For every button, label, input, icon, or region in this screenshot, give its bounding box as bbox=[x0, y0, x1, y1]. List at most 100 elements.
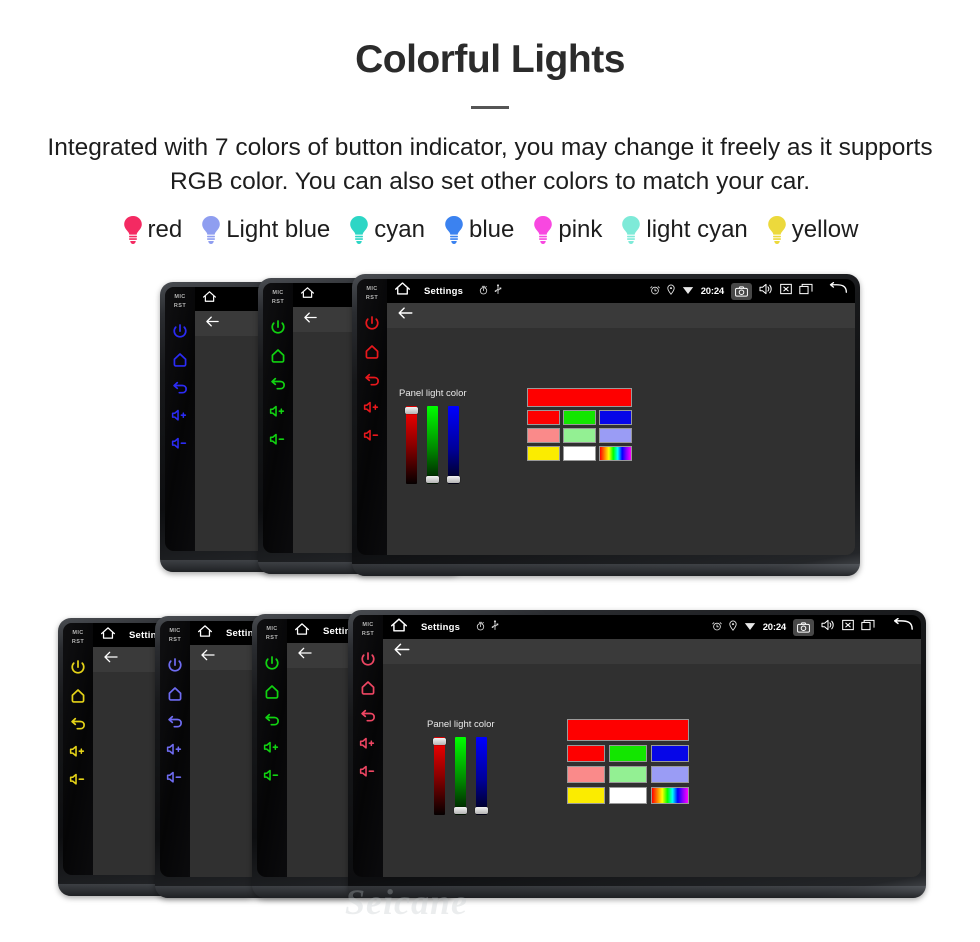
color-swatch[interactable] bbox=[598, 410, 632, 425]
camera-icon[interactable] bbox=[731, 282, 752, 300]
color-swatch[interactable] bbox=[566, 766, 605, 783]
close-icon[interactable] bbox=[842, 618, 854, 636]
volume-up-icon[interactable] bbox=[166, 741, 184, 759]
back-arrow-icon[interactable] bbox=[297, 646, 313, 665]
red-slider[interactable] bbox=[405, 406, 419, 484]
blue-slider[interactable] bbox=[447, 406, 461, 484]
color-swatch[interactable] bbox=[562, 446, 596, 461]
color-swatch[interactable] bbox=[598, 446, 632, 461]
color-swatch[interactable] bbox=[650, 787, 689, 804]
volume-up-icon[interactable] bbox=[263, 739, 281, 757]
volume-down-icon[interactable] bbox=[263, 767, 281, 785]
camera-icon[interactable] bbox=[793, 618, 814, 636]
volume-down-icon[interactable] bbox=[171, 435, 189, 453]
volume-up-icon[interactable] bbox=[269, 403, 287, 421]
volume-down-icon[interactable] bbox=[269, 431, 287, 449]
home-icon[interactable] bbox=[269, 347, 287, 365]
timer-icon bbox=[479, 282, 488, 300]
color-swatch[interactable] bbox=[526, 428, 560, 443]
volume-down-icon[interactable] bbox=[363, 427, 381, 445]
recents-icon[interactable] bbox=[799, 282, 813, 300]
home-icon[interactable] bbox=[363, 343, 381, 361]
back-icon[interactable] bbox=[166, 713, 184, 731]
home-icon[interactable] bbox=[197, 624, 213, 643]
volume-up-icon[interactable] bbox=[359, 735, 377, 753]
green-slider[interactable] bbox=[454, 737, 468, 815]
power-icon[interactable] bbox=[359, 651, 377, 669]
back-icon[interactable] bbox=[363, 371, 381, 389]
color-swatch[interactable] bbox=[566, 787, 605, 804]
device-unit-red[interactable]: MIC RST Settings 20:24 Panel light color bbox=[352, 274, 860, 576]
color-preview-swatch[interactable] bbox=[526, 388, 632, 407]
recents-icon[interactable] bbox=[861, 618, 875, 636]
color-swatch[interactable] bbox=[608, 766, 647, 783]
home-icon[interactable] bbox=[202, 290, 217, 308]
green-slider[interactable] bbox=[426, 406, 440, 484]
power-icon[interactable] bbox=[69, 659, 87, 677]
legend-label: Light blue bbox=[226, 215, 331, 243]
blue-slider-thumb[interactable] bbox=[447, 476, 461, 483]
back-arrow-icon[interactable] bbox=[393, 642, 411, 662]
color-swatch[interactable] bbox=[608, 787, 647, 804]
blue-slider-thumb[interactable] bbox=[475, 807, 489, 814]
power-icon[interactable] bbox=[171, 323, 189, 341]
color-swatch[interactable] bbox=[566, 745, 605, 762]
color-swatch[interactable] bbox=[526, 410, 560, 425]
power-icon[interactable] bbox=[166, 657, 184, 675]
blue-slider[interactable] bbox=[475, 737, 489, 815]
red-slider-thumb[interactable] bbox=[433, 738, 447, 745]
bulb-icon bbox=[350, 215, 369, 244]
home-icon[interactable] bbox=[390, 617, 408, 638]
back-icon[interactable] bbox=[892, 617, 914, 637]
status-bar-clock: 20:24 bbox=[762, 621, 787, 633]
color-swatch[interactable] bbox=[562, 410, 596, 425]
home-icon[interactable] bbox=[300, 286, 315, 304]
home-icon[interactable] bbox=[171, 351, 189, 369]
back-icon[interactable] bbox=[263, 711, 281, 729]
volume-down-icon[interactable] bbox=[69, 771, 87, 789]
power-icon[interactable] bbox=[263, 655, 281, 673]
color-swatch[interactable] bbox=[598, 428, 632, 443]
red-slider-thumb[interactable] bbox=[405, 407, 419, 414]
home-icon[interactable] bbox=[69, 687, 87, 705]
back-arrow-icon[interactable] bbox=[200, 648, 216, 667]
power-icon[interactable] bbox=[363, 315, 381, 333]
color-swatch[interactable] bbox=[608, 745, 647, 762]
back-arrow-icon[interactable] bbox=[397, 306, 414, 325]
back-arrow-icon[interactable] bbox=[303, 311, 318, 329]
volume-icon[interactable] bbox=[759, 282, 773, 300]
home-icon[interactable] bbox=[263, 683, 281, 701]
legend-item-light-cyan: light cyan bbox=[611, 215, 756, 245]
home-icon[interactable] bbox=[166, 685, 184, 703]
color-swatch[interactable] bbox=[650, 766, 689, 783]
volume-up-icon[interactable] bbox=[363, 399, 381, 417]
back-icon[interactable] bbox=[269, 375, 287, 393]
color-preview-swatch[interactable] bbox=[566, 719, 689, 741]
hardware-icons bbox=[357, 305, 387, 445]
volume-down-icon[interactable] bbox=[359, 763, 377, 781]
back-icon[interactable] bbox=[69, 715, 87, 733]
back-arrow-icon[interactable] bbox=[103, 650, 119, 669]
home-icon[interactable] bbox=[294, 622, 310, 641]
green-slider-thumb[interactable] bbox=[426, 476, 440, 483]
color-swatch[interactable] bbox=[562, 428, 596, 443]
back-icon[interactable] bbox=[828, 282, 848, 300]
device-unit-pink[interactable]: MIC RST Settings 20:24 Panel light color bbox=[348, 610, 926, 898]
volume-icon[interactable] bbox=[821, 618, 835, 636]
home-icon[interactable] bbox=[359, 679, 377, 697]
volume-up-icon[interactable] bbox=[171, 407, 189, 425]
red-slider[interactable] bbox=[433, 737, 447, 815]
color-swatch[interactable] bbox=[650, 745, 689, 762]
color-swatch[interactable] bbox=[526, 446, 560, 461]
volume-down-icon[interactable] bbox=[166, 769, 184, 787]
back-icon[interactable] bbox=[359, 707, 377, 725]
green-slider-thumb[interactable] bbox=[454, 807, 468, 814]
power-icon[interactable] bbox=[269, 319, 287, 337]
back-icon[interactable] bbox=[171, 379, 189, 397]
back-arrow-icon[interactable] bbox=[205, 315, 220, 333]
swatch-row bbox=[566, 787, 689, 804]
close-icon[interactable] bbox=[780, 282, 792, 300]
home-icon[interactable] bbox=[394, 281, 411, 301]
home-icon[interactable] bbox=[100, 626, 116, 645]
volume-up-icon[interactable] bbox=[69, 743, 87, 761]
